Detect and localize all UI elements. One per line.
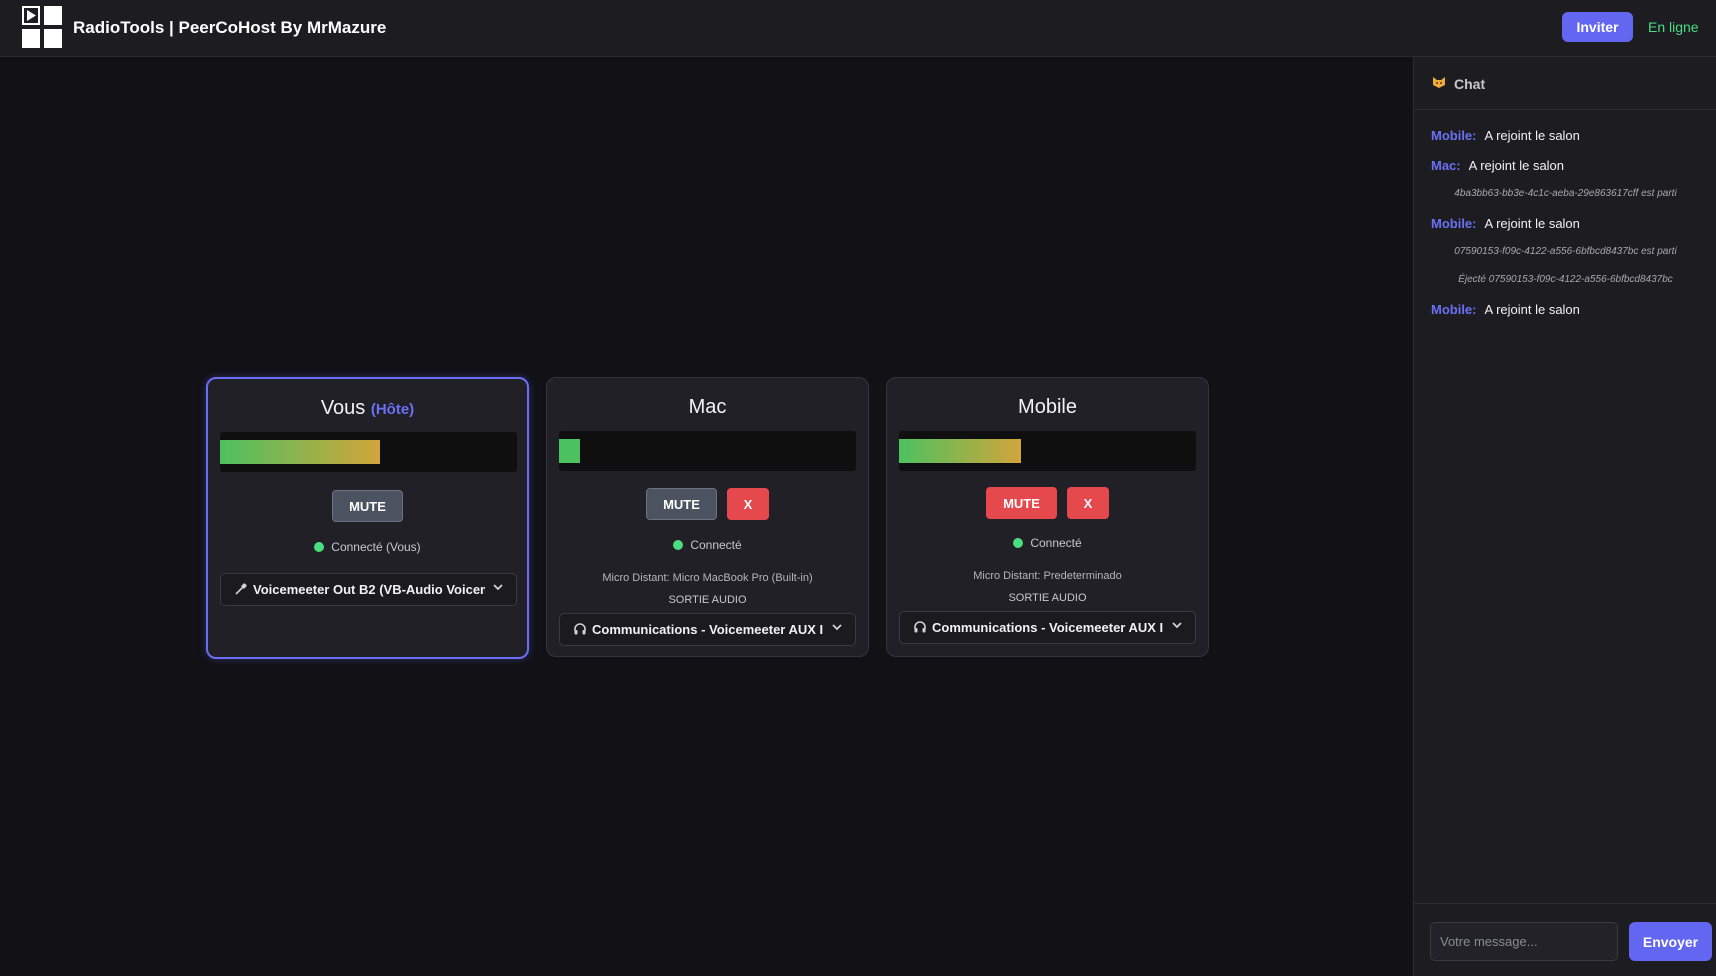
audio-level-meter [559, 431, 856, 471]
kick-button[interactable]: X [727, 488, 769, 520]
chevron-down-icon [492, 581, 504, 596]
audio-level-fill [220, 440, 381, 464]
device-name: Voicemeeter Out B2 (VB-Audio Voicemeeter… [253, 582, 485, 597]
audio-level-fill [559, 439, 580, 463]
connection-status: En ligne [1648, 19, 1699, 35]
message-text: A rejoint le salon [1468, 158, 1565, 173]
remote-mic-label: Micro Distant: Predeterminado [973, 570, 1122, 582]
play-icon [22, 6, 40, 25]
invite-button[interactable]: Inviter [1562, 12, 1633, 42]
host-tag: (Hôte) [370, 401, 415, 418]
remote-mic-label: Micro Distant: Micro MacBook Pro (Built-… [602, 572, 813, 584]
system-message: 4ba3bb63-bb3e-4c1c-aeba-29e863617cff est… [1454, 188, 1677, 199]
audio-output-label: SORTIE AUDIO [1008, 592, 1087, 604]
output-device-select[interactable]: Communications - Voicemeeter AUX Input (… [559, 613, 856, 646]
participant-name: Mobile [1018, 396, 1077, 418]
app-title: RadioTools | PeerCoHost By MrMazure [73, 18, 387, 37]
participant-status: Connecté [547, 538, 868, 552]
audio-level-meter [220, 432, 517, 472]
chevron-down-icon [1171, 619, 1183, 634]
system-message: Éjecté 07590153-f09c-4122-a556-6bfbcd843… [1458, 274, 1673, 285]
participant-name: Vous [320, 397, 366, 419]
chat-input-area: Envoyer [1414, 903, 1716, 976]
audio-level-meter [899, 431, 1196, 471]
participant-card-mac: Mac MUTE X Connecté Micro Distant: Micro … [546, 377, 869, 657]
send-button[interactable]: Envoyer [1629, 922, 1712, 961]
participant-card-mobile: Mobile MUTE X Connecté Micro Distant: Pre… [886, 377, 1209, 657]
status-dot [1013, 538, 1024, 548]
audio-level-fill [899, 439, 1021, 463]
input-device-select[interactable]: Voicemeeter Out B2 (VB-Audio Voicemeeter… [220, 573, 517, 606]
message-text: A rejoint le salon [1484, 302, 1580, 317]
cat-icon [1432, 76, 1446, 92]
app-logo [22, 6, 62, 48]
status-dot [314, 542, 325, 552]
message-author: Mobile: [1431, 128, 1477, 143]
participant-status: Connecté [887, 536, 1208, 550]
chat-message-input[interactable] [1430, 922, 1618, 961]
mute-button[interactable]: MUTE [986, 487, 1057, 519]
system-message: 07590153-f09c-4122-a556-6bfbcd8437bc est… [1454, 246, 1677, 257]
mute-button[interactable]: MUTE [332, 490, 403, 522]
participant-card-host: Vous (Hôte) MUTE Connecté (Vous) Voiceme… [206, 377, 529, 659]
message-author: Mac: [1431, 158, 1461, 173]
device-name: Communications - Voicemeeter AUX Input (… [592, 622, 824, 637]
participant-name: Mac [688, 396, 727, 418]
message-text: A rejoint le salon [1484, 128, 1580, 143]
message-author: Mobile: [1431, 216, 1477, 231]
audio-output-label: SORTIE AUDIO [668, 594, 747, 606]
chat-header: Chat [1414, 57, 1716, 110]
status-dot [673, 540, 684, 550]
headphones-icon [573, 622, 587, 636]
headphones-icon [913, 620, 927, 634]
kick-button[interactable]: X [1067, 487, 1109, 519]
participant-status: Connecté (Vous) [208, 540, 527, 554]
chat-message: Mobile: A rejoint le salon [1431, 216, 1580, 231]
message-text: A rejoint le salon [1484, 216, 1580, 231]
top-bar: RadioTools | PeerCoHost By MrMazure Invi… [0, 0, 1716, 57]
message-author: Mobile: [1431, 302, 1477, 317]
chat-title: Chat [1454, 76, 1486, 92]
device-name: Communications - Voicemeeter AUX Input (… [932, 620, 1164, 635]
chat-message: Mac: A rejoint le salon [1431, 158, 1564, 173]
chevron-down-icon [831, 621, 843, 636]
mute-button[interactable]: MUTE [646, 488, 717, 520]
chat-message: Mobile: A rejoint le salon [1431, 302, 1580, 317]
microphone-icon [234, 582, 248, 596]
chat-panel: Chat Mobile: A rejoint le salon Mac: A rej… [1413, 57, 1716, 976]
output-device-select[interactable]: Communications - Voicemeeter AUX Input (… [899, 611, 1196, 644]
chat-message: Mobile: A rejoint le salon [1431, 128, 1580, 143]
